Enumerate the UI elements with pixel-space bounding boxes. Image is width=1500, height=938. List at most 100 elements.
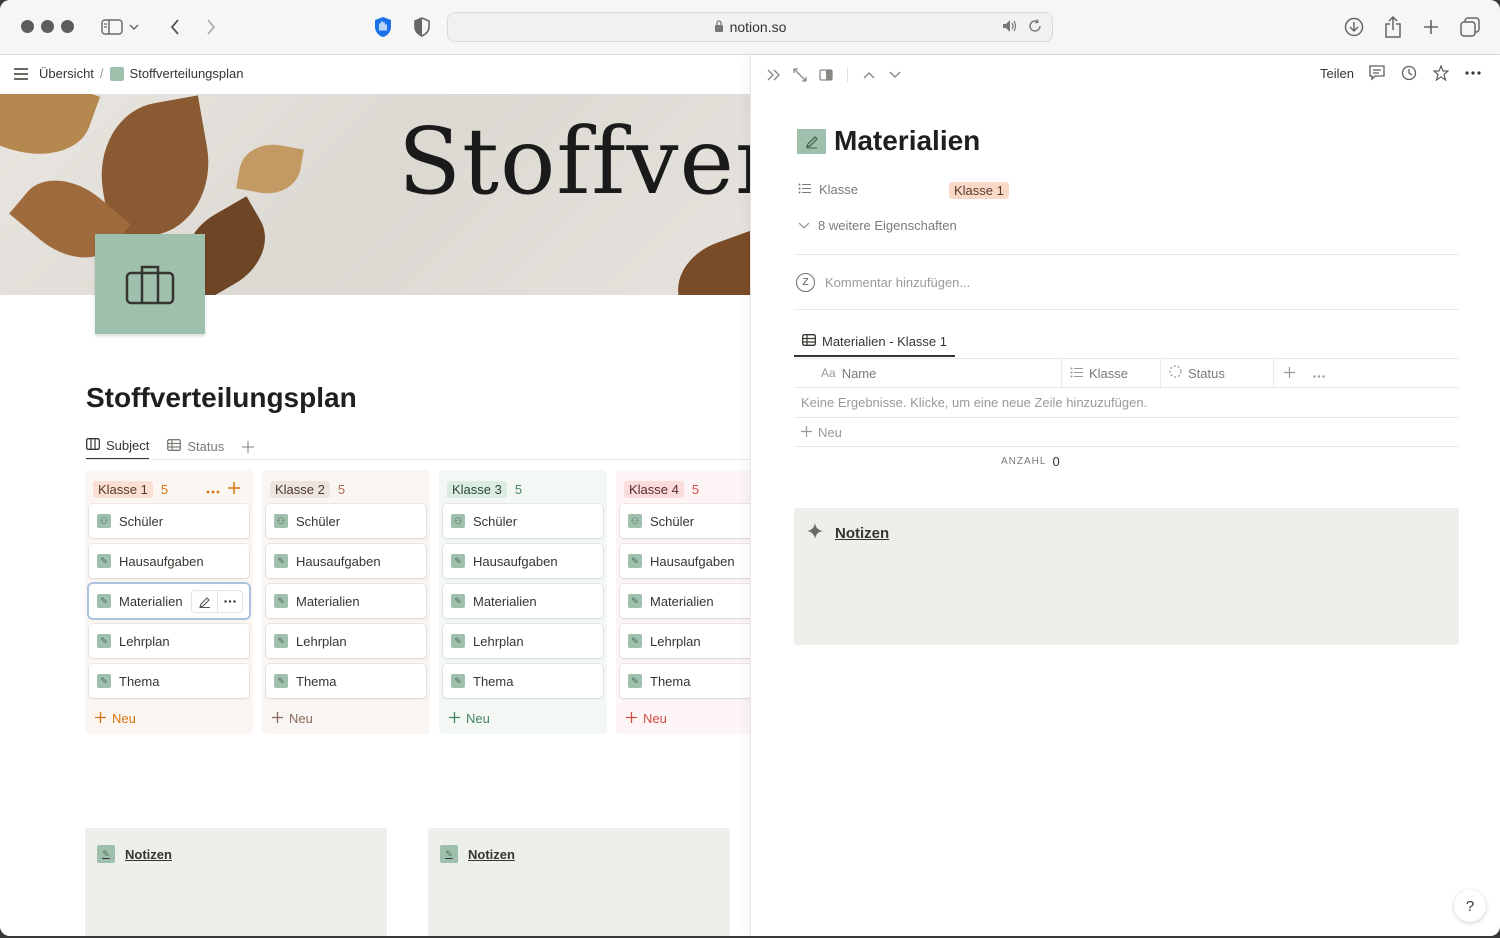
db-view-label: Materialien - Klasse 1 bbox=[822, 333, 947, 349]
close-peek-icon[interactable] bbox=[765, 66, 783, 84]
card-title: Thema bbox=[119, 673, 160, 689]
back-icon[interactable] bbox=[162, 14, 188, 40]
card-title: Hausaufgaben bbox=[119, 553, 204, 569]
tab-overview-icon[interactable] bbox=[1457, 14, 1483, 40]
column-header[interactable]: Klasse 1 5 bbox=[89, 474, 249, 504]
briefcase-icon[interactable] bbox=[95, 234, 205, 334]
empty-table-message[interactable]: Keine Ergebnisse. Klicke, um eine neue Z… bbox=[794, 388, 1459, 418]
add-card-button[interactable]: Neu bbox=[620, 704, 750, 732]
notes-title[interactable]: Notizen bbox=[468, 847, 515, 862]
column-header[interactable]: Klasse 2 5 bbox=[266, 474, 426, 504]
board-card[interactable]: ⚇ Schüler bbox=[443, 504, 603, 538]
column-status[interactable]: Status bbox=[1161, 359, 1274, 387]
cover-leaf-decoration bbox=[665, 230, 750, 295]
notes-title[interactable]: Notizen bbox=[835, 525, 889, 542]
zoom-window-button[interactable] bbox=[61, 20, 74, 33]
board-card[interactable]: ✎ Materialien bbox=[443, 584, 603, 618]
new-row-button[interactable]: Neu bbox=[794, 418, 1459, 447]
tab-status[interactable]: Status bbox=[167, 433, 224, 460]
chevron-up-icon[interactable] bbox=[860, 66, 878, 84]
board-card[interactable]: ✎ Thema bbox=[443, 664, 603, 698]
board-card[interactable]: ✎ Thema bbox=[89, 664, 249, 698]
column-name[interactable]: Aa Name bbox=[794, 359, 1062, 387]
linked-db-view-tab[interactable]: Materialien - Klasse 1 bbox=[794, 327, 955, 357]
pencil-page-icon[interactable] bbox=[797, 129, 826, 154]
board-card[interactable]: ✎ Lehrplan bbox=[266, 624, 426, 658]
history-icon[interactable] bbox=[1400, 64, 1418, 82]
chevron-down-icon[interactable] bbox=[127, 14, 141, 40]
more-properties-toggle[interactable]: 8 weitere Eigenschaften bbox=[798, 218, 957, 233]
board-card[interactable]: ✎ Materialien bbox=[620, 584, 750, 618]
minimize-window-button[interactable] bbox=[41, 20, 54, 33]
column-header[interactable]: Klasse 4 5 bbox=[620, 474, 750, 504]
notes-title[interactable]: Notizen bbox=[125, 847, 172, 862]
calc-value: 0 bbox=[1052, 454, 1060, 469]
card-title: Materialien bbox=[296, 593, 360, 609]
card-more-icon[interactable] bbox=[217, 591, 242, 612]
peek-title[interactable]: Materialien bbox=[834, 125, 980, 157]
sidebar-toggle-icon[interactable] bbox=[99, 14, 125, 40]
board-card[interactable]: ⚇ Schüler bbox=[266, 504, 426, 538]
column-header[interactable]: Klasse 3 5 bbox=[443, 474, 603, 504]
pencil-page-icon: ✎ bbox=[451, 634, 465, 648]
card-title: Hausaufgaben bbox=[650, 553, 735, 569]
board-card[interactable]: ⚇ Schüler bbox=[89, 504, 249, 538]
breadcrumb-parent[interactable]: Übersicht bbox=[39, 66, 94, 81]
board-card[interactable]: ✎ Hausaufgaben bbox=[443, 544, 603, 578]
new-tab-icon[interactable] bbox=[1418, 14, 1444, 40]
chevron-down-icon[interactable] bbox=[886, 66, 904, 84]
add-card-button[interactable]: Neu bbox=[89, 704, 249, 732]
count-calculation[interactable]: ANZAHL 0 bbox=[1001, 454, 1060, 469]
group-count: 5 bbox=[337, 481, 346, 497]
download-icon[interactable] bbox=[1341, 14, 1367, 40]
share-button[interactable]: Teilen bbox=[1320, 66, 1354, 81]
more-options-icon[interactable] bbox=[1464, 64, 1482, 82]
property-klasse[interactable]: Klasse bbox=[798, 182, 858, 197]
comment-icon[interactable] bbox=[1368, 64, 1386, 82]
board-card[interactable]: ✎ Materialien bbox=[266, 584, 426, 618]
board-card[interactable]: ✎ Hausaufgaben bbox=[89, 544, 249, 578]
peek-mode-icon[interactable] bbox=[817, 66, 835, 84]
address-bar[interactable]: notion.so bbox=[447, 12, 1053, 42]
add-card-button[interactable]: Neu bbox=[266, 704, 426, 732]
board-card[interactable]: ✎ Lehrplan bbox=[443, 624, 603, 658]
add-card-button[interactable]: Neu bbox=[443, 704, 603, 732]
board-card[interactable]: ⚇ Schüler bbox=[620, 504, 750, 538]
close-window-button[interactable] bbox=[21, 20, 34, 33]
page-title[interactable]: Stoffverteilungsplan bbox=[86, 382, 357, 414]
add-column-icon[interactable] bbox=[1284, 366, 1295, 381]
pencil-page-icon: ✎ bbox=[451, 674, 465, 688]
shield-icon[interactable] bbox=[409, 14, 435, 40]
board-card[interactable]: ✎ Lehrplan bbox=[89, 624, 249, 658]
board-card[interactable]: ✎ Materialien bbox=[89, 584, 249, 618]
help-button[interactable]: ? bbox=[1454, 890, 1486, 922]
group-more-icon[interactable] bbox=[206, 482, 220, 497]
board-card[interactable]: ✎ Thema bbox=[266, 664, 426, 698]
comment-input[interactable]: Z Kommentar hinzufügen... bbox=[796, 273, 970, 292]
board-card[interactable]: ✎ Hausaufgaben bbox=[620, 544, 750, 578]
board-card[interactable]: ✎ Thema bbox=[620, 664, 750, 698]
edit-pencil-icon[interactable] bbox=[192, 591, 217, 612]
share-icon[interactable] bbox=[1380, 14, 1406, 40]
board-card[interactable]: ✎ Hausaufgaben bbox=[266, 544, 426, 578]
add-view-button[interactable] bbox=[242, 433, 255, 460]
notes-callout[interactable]: Notizen bbox=[794, 508, 1459, 645]
property-value[interactable]: Klasse 1 bbox=[949, 182, 1009, 200]
expand-icon[interactable] bbox=[791, 66, 809, 84]
group-add-icon[interactable] bbox=[228, 481, 241, 497]
notes-card[interactable]: ✎ Notizen bbox=[85, 828, 387, 936]
people-page-icon: ⚇ bbox=[97, 514, 111, 528]
column-klasse[interactable]: Klasse bbox=[1062, 359, 1161, 387]
column-more-icon[interactable] bbox=[1313, 366, 1325, 381]
menu-icon[interactable] bbox=[14, 67, 28, 81]
notes-card[interactable]: ✎ Notizen bbox=[428, 828, 730, 936]
favorite-star-icon[interactable] bbox=[1432, 64, 1450, 82]
hand-extension-icon[interactable] bbox=[370, 14, 396, 40]
speaker-icon[interactable] bbox=[1002, 19, 1018, 36]
column-status-label: Status bbox=[1188, 365, 1225, 381]
breadcrumb-current[interactable]: Stoffverteilungsplan bbox=[130, 66, 244, 81]
forward-icon[interactable] bbox=[198, 14, 224, 40]
reload-icon[interactable] bbox=[1028, 19, 1042, 36]
board-card[interactable]: ✎ Lehrplan bbox=[620, 624, 750, 658]
tab-subject[interactable]: Subject bbox=[86, 433, 150, 460]
